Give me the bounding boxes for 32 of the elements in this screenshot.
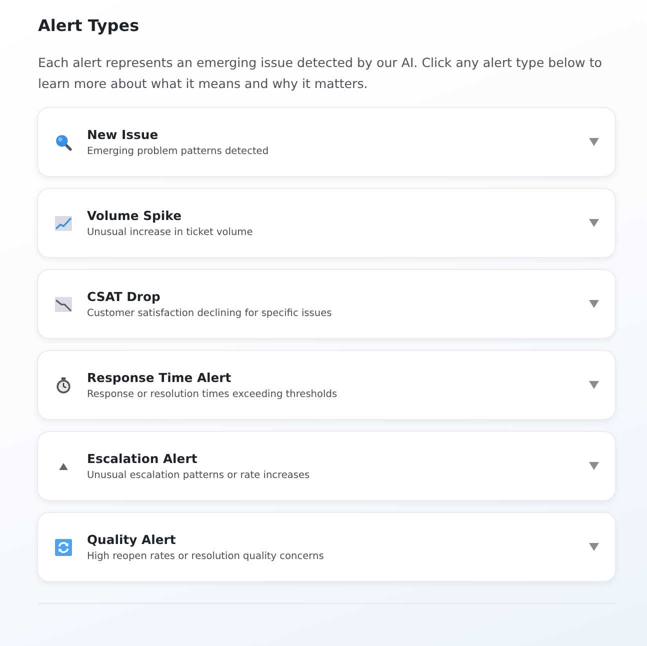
alert-type-card[interactable]: CSAT Drop Customer satisfaction declining for specific issues [37,269,616,339]
alert-type-title: Escalation Alert [87,450,198,468]
triangle-icon [59,462,68,470]
refresh-icon [55,538,72,556]
caret-icon [589,381,599,389]
intro-paragraph: Each alert represents an emerging issue detected by our AI. Click any alert type below to learn more about what it means and why it matters. [38,54,603,93]
alert-type-description: Unusual increase in ticket volume [87,226,254,240]
caret-icon [589,219,599,227]
alert-type-description: High reopen rates or resolution quality concerns [87,550,325,564]
alert-type-card[interactable]: Quality Alert High reopen rates or resolution quality concerns [37,512,616,582]
alert-type-card[interactable]: New Issue Emerging problem patterns detected [37,107,616,177]
alert-type-description: Emerging problem patterns detected [87,144,270,158]
alert-type-description: Customer satisfaction declining for specific issues [87,306,333,320]
alert-type-card[interactable]: Response Time Alert Response or resolution times exceeding thresholds [37,350,616,420]
caret-icon [589,300,599,308]
stopwatch-icon [55,376,72,394]
alert-type-card[interactable]: Escalation Alert Unusual escalation patterns or rate increases [37,431,616,501]
alert-type-title: Response Time Alert [87,368,232,386]
caret-icon [589,138,599,146]
alert-type-title: Quality Alert [87,530,177,548]
alert-type-title: New Issue [87,126,160,144]
falling-chart-icon [55,296,72,312]
rising-chart-icon [55,214,72,232]
section-heading: Alert Types [38,15,140,37]
magnifier-icon [55,134,72,150]
alert-type-title: CSAT Drop [87,288,162,306]
alert-type-card[interactable]: Volume Spike Unusual increase in ticket volume [37,188,616,258]
alert-type-description: Unusual escalation patterns or rate increases [87,468,311,482]
caret-icon [589,543,599,551]
caret-icon [589,462,599,470]
alert-type-description: Response or resolution times exceeding thresholds [87,388,338,402]
alert-type-title: Volume Spike [87,206,182,224]
